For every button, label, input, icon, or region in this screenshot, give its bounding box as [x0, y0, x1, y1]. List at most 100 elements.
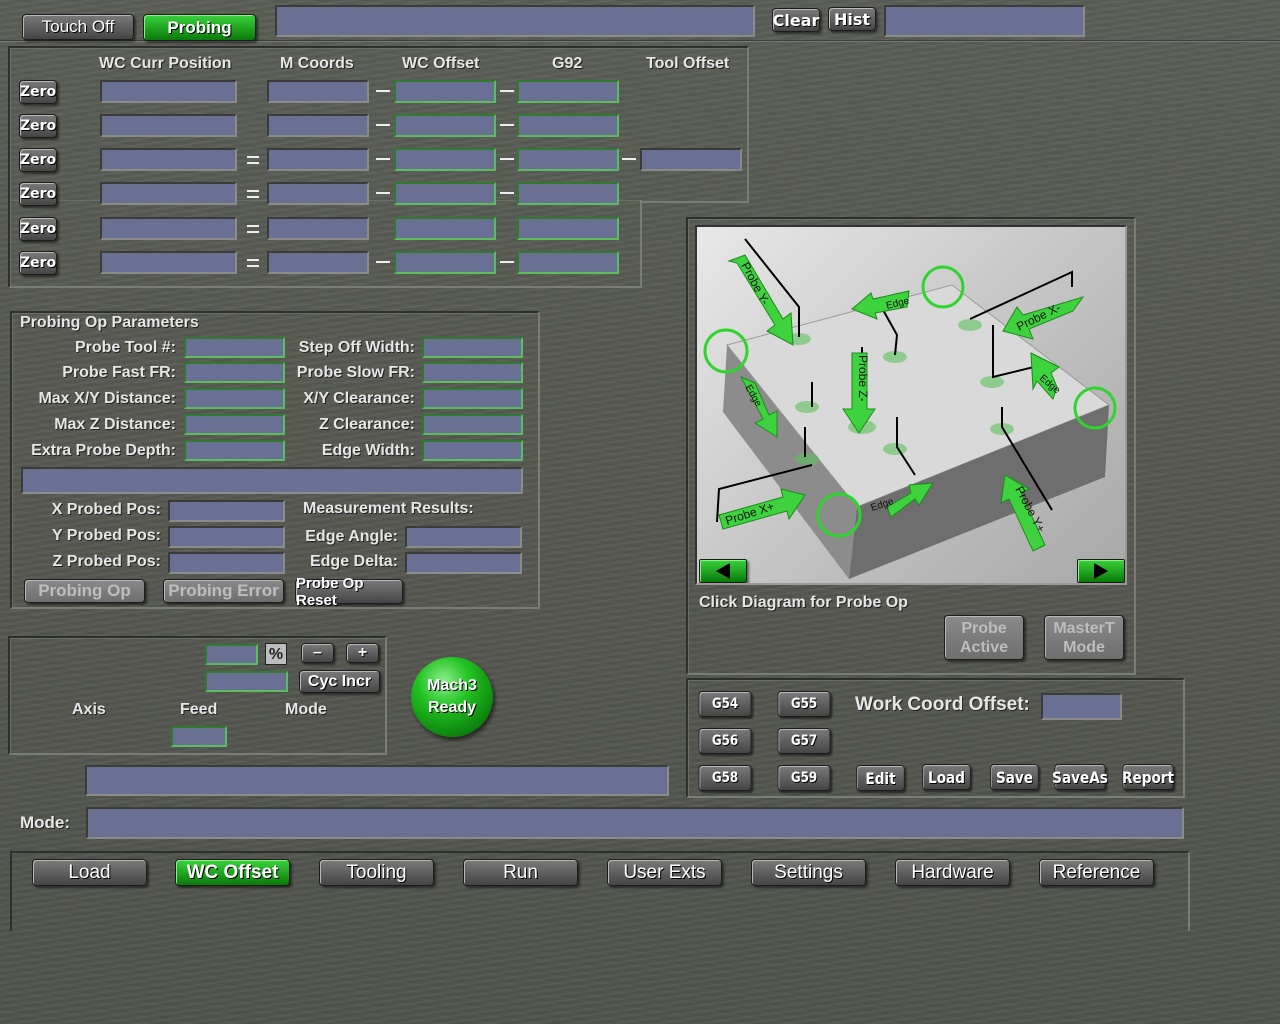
edge-width-field[interactable] [422, 440, 523, 461]
tab-run[interactable]: Run [463, 859, 578, 886]
axis-label: Axis [72, 701, 106, 718]
m-coords-field [267, 148, 369, 171]
g92-field[interactable] [517, 80, 619, 103]
wc-offset-field[interactable] [394, 148, 496, 171]
jog-decrease-button[interactable]: – [301, 643, 334, 663]
wc-offset-field[interactable] [394, 182, 496, 205]
zero-button[interactable]: Zero [19, 217, 57, 241]
tab-hardware[interactable]: Hardware [895, 859, 1010, 886]
probe-slow-fr-label: Probe Slow FR: [296, 364, 415, 381]
cyc-incr-button[interactable]: Cyc Incr [299, 670, 380, 693]
header-g92: G92 [552, 55, 583, 72]
clear-button[interactable]: Clear [772, 8, 820, 32]
zero-button[interactable]: Zero [19, 80, 57, 104]
probe-op-reset-button[interactable]: Probe Op Reset [295, 575, 403, 609]
g92-field[interactable] [517, 148, 619, 171]
g92-field[interactable] [517, 114, 619, 137]
status-field [85, 765, 669, 796]
tab-tooling[interactable]: Tooling [319, 859, 434, 886]
probe-slow-fr-field[interactable] [422, 362, 523, 383]
probe-diagram[interactable]: Probe Y- Probe Z- Probe X- Probe X+ Prob… [695, 225, 1127, 585]
coordinates-panel-notch [640, 201, 749, 203]
equals-sign [247, 190, 259, 198]
zero-button[interactable]: Zero [19, 182, 57, 206]
probe-fast-fr-field[interactable] [184, 362, 285, 383]
wc-curr-position-field [100, 80, 237, 103]
xy-clearance-field[interactable] [422, 388, 523, 409]
xy-clearance-label: X/Y Clearance: [303, 390, 415, 407]
edge-width-label: Edge Width: [321, 442, 415, 459]
zero-button[interactable]: Zero [19, 251, 57, 275]
mode-field [86, 807, 1184, 839]
measurement-results-label: Measurement Results: [303, 500, 474, 517]
tab-reference[interactable]: Reference [1039, 859, 1154, 886]
g56-button[interactable]: G56 [698, 728, 752, 754]
minus-sign [376, 90, 390, 92]
g92-field[interactable] [517, 217, 619, 240]
hist-button[interactable]: Hist [828, 7, 876, 31]
probe-status-field [21, 467, 523, 494]
probing-button[interactable]: Probing [143, 14, 256, 41]
probe-tool-label: Probe Tool #: [74, 339, 176, 356]
minus-sign [622, 158, 636, 160]
extra-probe-depth-field[interactable] [184, 440, 285, 461]
minus-sign [500, 261, 514, 263]
tab-wc-offset[interactable]: WC Offset [175, 859, 290, 886]
diagram-next-button[interactable] [1077, 559, 1125, 583]
probe-active-button[interactable]: Probe Active [944, 615, 1024, 660]
report-button[interactable]: Report [1122, 764, 1174, 790]
touch-off-button[interactable]: Touch Off [22, 14, 134, 40]
saveas-button[interactable]: SaveAs [1052, 764, 1108, 790]
edit-button[interactable]: Edit [856, 765, 905, 791]
coordinates-panel-lower [8, 200, 642, 288]
tab-settings[interactable]: Settings [751, 859, 866, 886]
minus-sign [500, 192, 514, 194]
jog-increase-button[interactable]: + [346, 643, 379, 663]
g55-button[interactable]: G55 [777, 691, 831, 717]
y-probed-pos-field [168, 526, 285, 548]
wc-curr-position-field [100, 182, 237, 205]
wc-offset-field[interactable] [394, 251, 496, 274]
zero-button[interactable]: Zero [19, 114, 57, 138]
jog-rate-field[interactable] [205, 644, 258, 665]
probing-error-button[interactable]: Probing Error [163, 579, 284, 603]
g58-button[interactable]: G58 [698, 765, 752, 791]
tab-load[interactable]: Load [32, 859, 147, 886]
load-offsets-button[interactable]: Load [922, 764, 971, 790]
probe-tool-field[interactable] [184, 337, 285, 358]
m-coords-field [267, 182, 369, 205]
mode-label: Mode: [20, 813, 71, 832]
minus-sign [376, 261, 390, 263]
g57-button[interactable]: G57 [777, 728, 831, 754]
m-coords-field [267, 251, 369, 274]
wc-curr-position-field [100, 251, 237, 274]
minus-sign [376, 192, 390, 194]
wc-offset-field[interactable] [394, 80, 496, 103]
g54-button[interactable]: G54 [698, 691, 752, 717]
mach3-ready-indicator[interactable]: Mach3 Ready [411, 657, 493, 737]
g59-button[interactable]: G59 [777, 765, 831, 791]
max-z-distance-field[interactable] [184, 414, 285, 435]
diagram-prev-button[interactable] [699, 559, 747, 583]
wc-offset-field[interactable] [394, 217, 496, 240]
g92-field[interactable] [517, 251, 619, 274]
label-probe-z-minus: Probe Z- [856, 355, 870, 402]
jog-increment-field[interactable] [205, 671, 288, 692]
max-xy-distance-field[interactable] [184, 388, 285, 409]
wc-offset-field[interactable] [394, 114, 496, 137]
probing-op-button[interactable]: Probing Op [24, 579, 145, 603]
z-clearance-field[interactable] [422, 414, 523, 435]
mode-column-label: Mode [285, 701, 327, 718]
step-off-width-field[interactable] [422, 337, 523, 358]
wc-curr-position-field [100, 217, 237, 240]
tab-user-exts[interactable]: User Exts [607, 859, 722, 886]
mastert-mode-button[interactable]: MasterT Mode [1044, 615, 1124, 660]
probe-fast-fr-label: Probe Fast FR: [62, 364, 176, 381]
probing-params-title: Probing Op Parameters [20, 314, 199, 331]
zero-button[interactable]: Zero [19, 148, 57, 172]
g92-field[interactable] [517, 182, 619, 205]
save-button[interactable]: Save [990, 764, 1039, 790]
step-off-width-label: Step Off Width: [298, 339, 415, 356]
equals-sign [247, 156, 259, 164]
jog-feed-field[interactable] [171, 726, 227, 747]
